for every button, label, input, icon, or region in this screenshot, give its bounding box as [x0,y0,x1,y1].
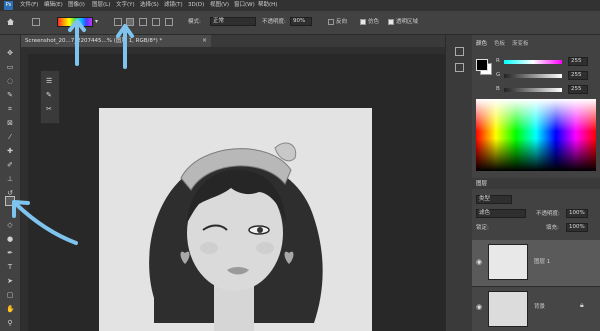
arrow-to-gradient-type [116,24,134,69]
arrow-to-gradient-tool [12,200,78,245]
arrow-to-gradient [68,19,86,66]
annotation-arrows [12,19,134,245]
